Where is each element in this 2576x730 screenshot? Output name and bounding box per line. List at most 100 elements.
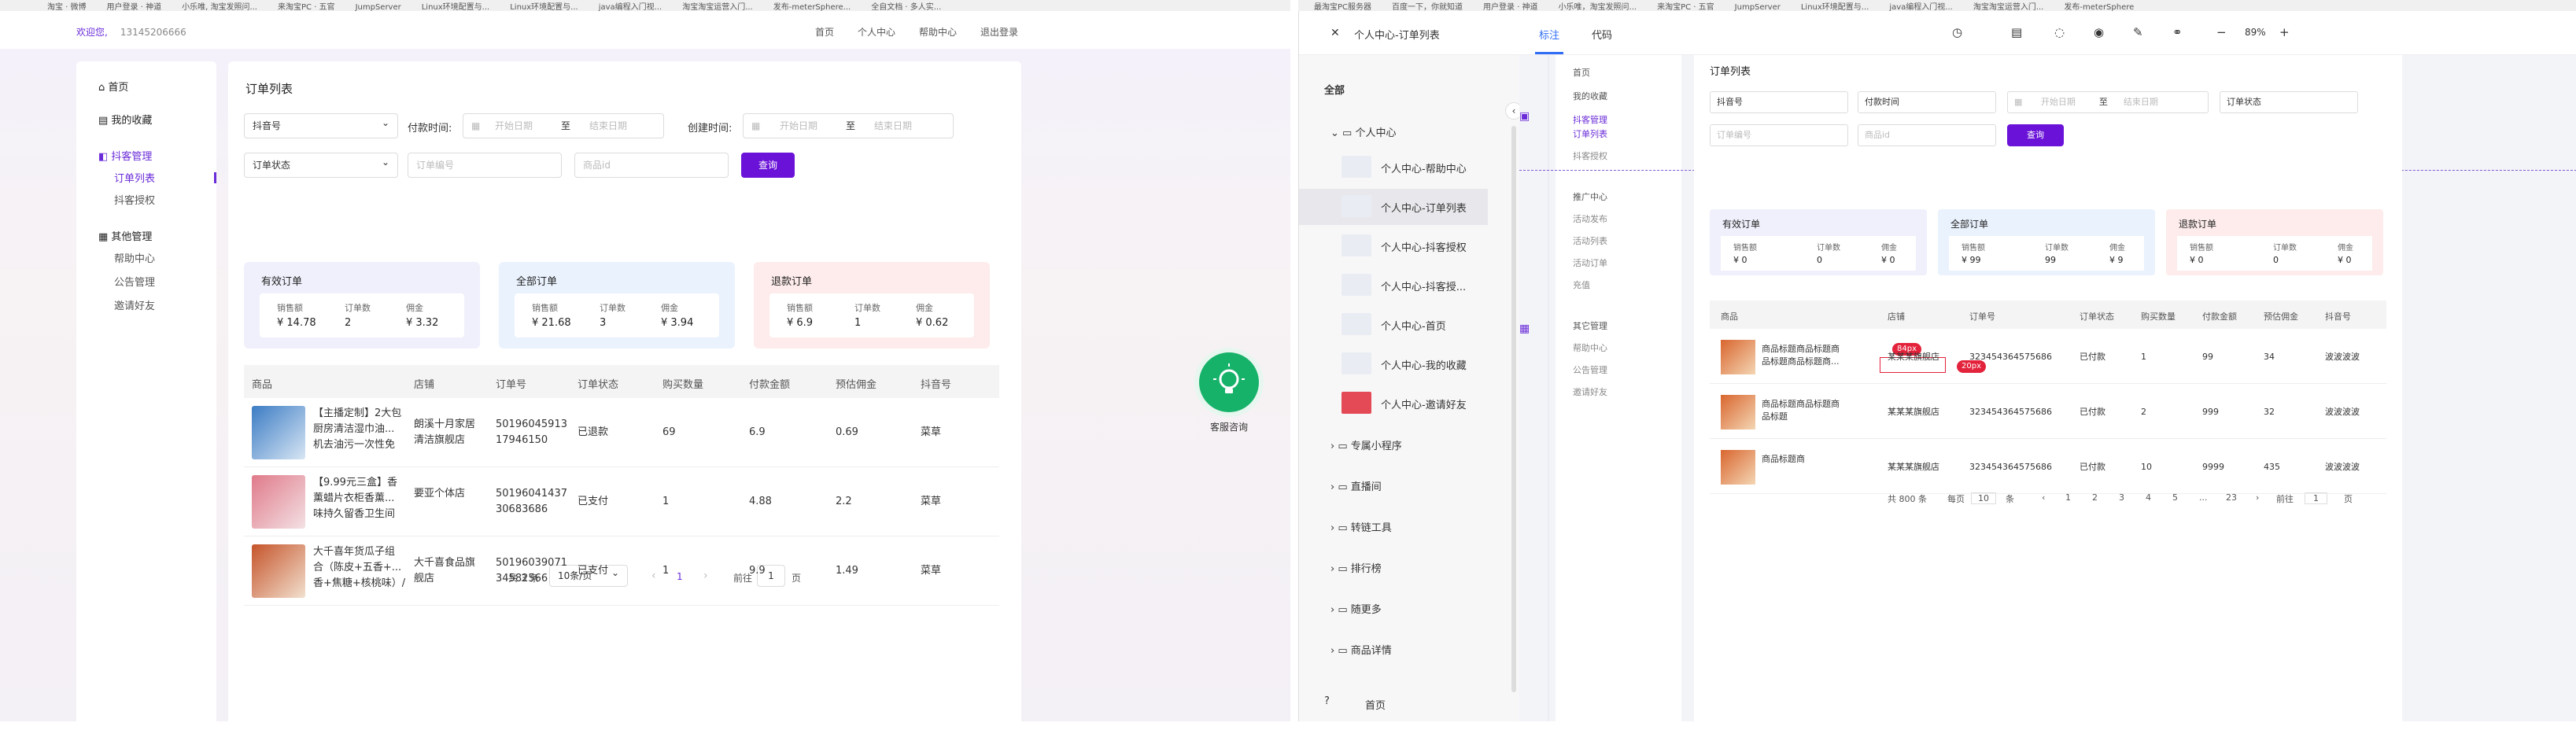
tree-item[interactable]: 个人中心-邀请好友: [1381, 396, 1467, 411]
bookmark[interactable]: 来淘宝PC · 五官: [1657, 3, 1714, 11]
tree-item[interactable]: 个人中心-抖客授...: [1381, 278, 1466, 293]
platform-select[interactable]: 抖音号: [244, 111, 398, 138]
preview-platform-select[interactable]: 抖音号: [1710, 91, 1848, 113]
bookmark[interactable]: 全自文档 · 多人实...: [871, 3, 941, 11]
preview-nav-notice[interactable]: 公告管理: [1573, 363, 1607, 376]
tree-item[interactable]: 个人中心-我的收藏: [1381, 357, 1467, 372]
product-title-1[interactable]: 【主播定制】2大包: [313, 406, 401, 422]
pay-start-date[interactable]: 开始日期: [495, 114, 533, 138]
clock-icon[interactable]: ◷: [1952, 25, 1962, 39]
close-icon[interactable]: ✕: [1330, 27, 1340, 39]
bookmark[interactable]: 发布-meterSphere...: [773, 3, 851, 11]
sidebar-item-notice[interactable]: 公告管理: [114, 274, 155, 289]
pen-icon[interactable]: ✎: [2133, 25, 2143, 39]
link-icon[interactable]: ⚭: [2172, 25, 2183, 39]
product-title-3[interactable]: 香+焦糖+核桃味）/: [313, 576, 405, 592]
create-start-date[interactable]: 开始日期: [780, 114, 817, 138]
product-title-1[interactable]: 商品标题商品标题商: [1762, 398, 1840, 411]
product-title-1[interactable]: 【9.99元三盒】香: [313, 475, 397, 491]
tree-item[interactable]: 个人中心-首页: [1381, 318, 1446, 333]
bookmark[interactable]: 用户登录 · 神道: [1483, 3, 1538, 11]
tree-folder-personal[interactable]: ⌄ ▭ 个人中心: [1330, 124, 1396, 139]
product-title-1[interactable]: 商品标题商品标题商: [1762, 343, 1840, 356]
bookmark[interactable]: 淘宝 · 微博: [47, 3, 87, 11]
preview-nav-douke[interactable]: 抖客管理: [1573, 113, 1607, 126]
product-title-2[interactable]: 合（陈皮+五香+...: [313, 560, 401, 576]
bookmark[interactable]: Linux环境配置与...: [422, 3, 489, 11]
tree-item-home[interactable]: 首页: [1365, 697, 1386, 712]
tree-folder[interactable]: › ▭ 转链工具: [1330, 519, 1392, 534]
bookmark[interactable]: java编程入门视...: [599, 3, 662, 11]
bookmark[interactable]: 小乐唯，淘宝发照问...: [1559, 3, 1637, 11]
preview-nav-promo[interactable]: 推广中心: [1573, 190, 1607, 203]
preview-nav-order-list[interactable]: 订单列表: [1573, 127, 1607, 140]
zoom-out-button[interactable]: −: [2216, 25, 2227, 39]
nav-logout[interactable]: 退出登录: [980, 25, 1018, 39]
preview-query-button[interactable]: 查询: [2007, 124, 2064, 146]
product-title-3[interactable]: 机去油污一次性免: [313, 437, 395, 453]
sidebar-item-favorites[interactable]: ▤ 我的收藏: [98, 112, 152, 127]
query-button[interactable]: 查询: [741, 153, 795, 178]
preview-nav-other[interactable]: 其它管理: [1573, 319, 1607, 332]
preview-nav-act-order[interactable]: 活动订单: [1573, 256, 1607, 269]
bookmark[interactable]: 淘宝淘宝运营入门...: [682, 3, 753, 11]
sidebar-item-home[interactable]: ⌂ 首页: [98, 79, 128, 94]
bookmark[interactable]: 发布-meterSphere: [2064, 3, 2134, 11]
tree-folder[interactable]: › ▭ 商品详情: [1330, 642, 1392, 657]
product-title-1[interactable]: 大千喜年货瓜子组: [313, 544, 395, 560]
sidebar-item-douyin-auth[interactable]: 抖客授权: [114, 192, 155, 207]
pay-end-date[interactable]: 结束日期: [589, 114, 627, 138]
preview-nav-help[interactable]: 帮助中心: [1573, 341, 1607, 354]
create-time-range[interactable]: ▦ 开始日期 至 结束日期: [743, 113, 954, 138]
preview-nav-invite[interactable]: 邀请好友: [1573, 385, 1607, 398]
product-title-1[interactable]: 商品标题商: [1762, 453, 1805, 466]
bookmark[interactable]: 小乐唯, 淘宝发照问...: [182, 3, 257, 11]
preview-status-select[interactable]: 订单状态: [2220, 91, 2358, 113]
bookmark[interactable]: 来淘宝PC · 五官: [278, 3, 335, 11]
sidebar-group-other[interactable]: ▦ 其他管理: [98, 228, 152, 243]
preview-nav-auth[interactable]: 抖客授权: [1573, 149, 1607, 162]
product-title-2[interactable]: 品标题: [1762, 411, 1788, 423]
nav-home[interactable]: 首页: [815, 25, 834, 39]
tree-folder[interactable]: › ▭ 专属小程序: [1330, 437, 1402, 452]
preview-date-range[interactable]: ▦ 开始日期 至 结束日期: [2007, 91, 2209, 113]
bookmark[interactable]: Linux环境配置与...: [510, 3, 578, 11]
bookmark[interactable]: 最淘宝PC服务器: [1314, 3, 1371, 11]
bookmark[interactable]: JumpServer: [1735, 3, 1781, 11]
preview-order-input[interactable]: 订单编号: [1710, 124, 1848, 146]
tree-scrollbar[interactable]: [1511, 126, 1516, 692]
sidebar-item-order-list[interactable]: 订单列表: [114, 170, 155, 185]
preview-nav-act-pub[interactable]: 活动发布: [1573, 212, 1607, 225]
goods-id-input[interactable]: 商品id: [574, 153, 729, 178]
goto-input[interactable]: 1: [2305, 492, 2327, 504]
tree-folder[interactable]: › ▭ 随更多: [1330, 601, 1382, 616]
tree-item[interactable]: 个人中心-抖客授权: [1381, 239, 1467, 254]
product-title-3[interactable]: 味持久留香卫生间: [313, 507, 395, 522]
preview-nav-act-list[interactable]: 活动列表: [1573, 234, 1607, 247]
sidebar-item-invite[interactable]: 邀请好友: [114, 297, 155, 312]
tree-item[interactable]: 个人中心-帮助中心: [1381, 160, 1467, 175]
eye-icon[interactable]: ◉: [2094, 25, 2104, 39]
sidebar-item-help[interactable]: 帮助中心: [114, 250, 155, 265]
customer-service-button[interactable]: 客服咨询: [1178, 341, 1280, 452]
preview-goods-input[interactable]: 商品id: [1858, 124, 1996, 146]
tree-folder[interactable]: › ▭ 排行榜: [1330, 560, 1382, 575]
product-title-2[interactable]: 品标题商品标题商...: [1762, 356, 1840, 368]
bookmark[interactable]: 百度一下，你就知道: [1392, 3, 1463, 11]
preview-nav-recharge[interactable]: 充值: [1573, 278, 1590, 291]
tree-folder[interactable]: › ▭ 直播间: [1330, 478, 1382, 493]
preview-pay-select[interactable]: 付款时间: [1858, 91, 1996, 113]
sidebar-group-douke[interactable]: ◧ 抖客管理: [98, 148, 152, 163]
product-title-2[interactable]: 薰蜡片衣柜香薰...: [313, 491, 394, 507]
pay-time-range[interactable]: ▦ 开始日期 至 结束日期: [463, 113, 664, 138]
help-icon[interactable]: ?: [1324, 695, 1330, 707]
page-size-input[interactable]: 10: [1971, 492, 1996, 504]
tree-all[interactable]: 全部: [1324, 82, 1345, 97]
nav-personal-center[interactable]: 个人中心: [858, 25, 895, 39]
order-no-input[interactable]: 订单编号: [408, 153, 562, 178]
product-title-2[interactable]: 厨房清洁湿巾油...: [313, 422, 394, 437]
zoom-in-button[interactable]: +: [2279, 25, 2290, 39]
preview-nav-fav[interactable]: 我的收藏: [1573, 90, 1607, 102]
tree-item[interactable]: 个人中心-订单列表: [1381, 200, 1467, 215]
document-icon[interactable]: ▤: [2011, 25, 2022, 39]
